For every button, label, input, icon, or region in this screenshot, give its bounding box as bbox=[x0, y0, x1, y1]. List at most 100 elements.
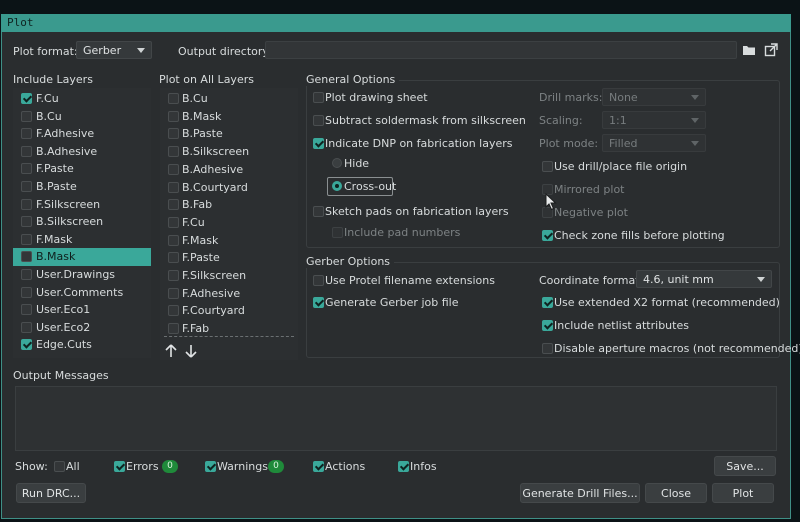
all-layers-checkbox[interactable] bbox=[168, 234, 179, 246]
include-layer-row[interactable]: F.Silkscreen bbox=[13, 196, 151, 214]
coordinate-format-select[interactable]: 4.6, unit mm bbox=[636, 270, 772, 288]
include-layer-checkbox[interactable] bbox=[21, 93, 32, 104]
include-layer-row[interactable]: B.Silkscreen bbox=[13, 213, 151, 231]
include-layer-label: B.Paste bbox=[36, 180, 77, 193]
all-layers-checkbox[interactable] bbox=[168, 146, 179, 158]
plot-mode-select[interactable]: Filled bbox=[602, 134, 706, 152]
include-layer-row[interactable]: User.Eco2 bbox=[13, 319, 151, 337]
netlist-attributes-label: Include netlist attributes bbox=[554, 319, 689, 332]
all-layers-checkbox[interactable] bbox=[168, 163, 179, 175]
include-layer-checkbox[interactable] bbox=[21, 321, 32, 333]
all-layers-checkbox[interactable] bbox=[168, 323, 179, 335]
gerber-job-file-checkbox[interactable] bbox=[313, 297, 324, 308]
include-layer-row[interactable]: F.Cu bbox=[13, 90, 151, 108]
all-layers-checkbox[interactable] bbox=[168, 216, 179, 228]
include-layer-row[interactable]: F.Paste bbox=[13, 160, 151, 178]
all-layers-checkbox[interactable] bbox=[168, 128, 179, 140]
include-layer-row[interactable]: B.Cu bbox=[13, 108, 151, 126]
output-messages-area[interactable] bbox=[15, 386, 777, 451]
x2-format-checkbox[interactable] bbox=[542, 297, 553, 308]
arrow-up-icon[interactable] bbox=[163, 343, 179, 359]
include-layer-row[interactable]: B.Paste bbox=[13, 178, 151, 196]
show-infos-checkbox[interactable] bbox=[398, 461, 409, 472]
all-layers-row[interactable]: B.Adhesive bbox=[160, 161, 298, 179]
all-layers-row[interactable]: B.Silkscreen bbox=[160, 143, 298, 161]
use-drill-origin-checkbox[interactable] bbox=[542, 161, 553, 172]
all-layers-checkbox[interactable] bbox=[168, 305, 179, 317]
include-layer-checkbox[interactable] bbox=[21, 181, 32, 192]
include-layer-checkbox[interactable] bbox=[21, 128, 32, 140]
all-layers-checkbox[interactable] bbox=[168, 270, 179, 281]
all-layers-checkbox[interactable] bbox=[168, 199, 179, 211]
plot-all-layers-list[interactable]: B.Cu B.Mask B.Paste B.Silkscreen B.Adhesive B… bbox=[160, 88, 298, 360]
all-layers-row[interactable]: B.Courtyard bbox=[160, 179, 298, 197]
include-layer-checkbox[interactable] bbox=[21, 110, 32, 122]
include-layer-checkbox[interactable] bbox=[21, 269, 32, 280]
protel-extensions-checkbox[interactable] bbox=[313, 275, 324, 286]
all-layers-checkbox[interactable] bbox=[168, 252, 179, 264]
generate-drill-files-button[interactable]: Generate Drill Files... bbox=[520, 483, 640, 503]
include-layers-list[interactable]: F.Cu B.Cu F.Adhesive B.Adhesive F.Paste B.Pas… bbox=[13, 88, 151, 358]
include-layer-row[interactable]: User.Drawings bbox=[13, 266, 151, 284]
include-layer-checkbox[interactable] bbox=[21, 286, 32, 298]
cross-out-radio[interactable] bbox=[332, 181, 342, 191]
all-layers-row[interactable]: B.Fab bbox=[160, 196, 298, 214]
all-layers-checkbox[interactable] bbox=[168, 181, 179, 193]
show-warnings-checkbox[interactable] bbox=[205, 461, 216, 472]
all-layers-row[interactable]: F.Adhesive bbox=[160, 285, 298, 303]
all-layers-checkbox[interactable] bbox=[168, 93, 179, 104]
include-layer-checkbox[interactable] bbox=[21, 233, 32, 245]
gerber-job-file-label: Generate Gerber job file bbox=[325, 296, 459, 309]
all-layers-checkbox[interactable] bbox=[168, 287, 179, 299]
chevron-down-icon bbox=[137, 48, 145, 53]
disable-aperture-macros-checkbox[interactable] bbox=[542, 343, 553, 354]
plot-format-select[interactable]: Gerber bbox=[76, 41, 152, 59]
netlist-attributes-checkbox[interactable] bbox=[542, 320, 553, 331]
include-layer-row[interactable]: User.Comments bbox=[13, 284, 151, 302]
check-zone-fills-checkbox[interactable] bbox=[542, 230, 553, 241]
include-layer-row[interactable]: User.Eco1 bbox=[13, 301, 151, 319]
plot-drawing-sheet-checkbox[interactable] bbox=[313, 92, 324, 103]
include-layer-row[interactable]: B.Adhesive bbox=[13, 143, 151, 161]
arrow-down-icon[interactable] bbox=[183, 343, 199, 359]
include-layer-checkbox[interactable] bbox=[21, 304, 32, 316]
open-external-icon[interactable] bbox=[763, 42, 779, 58]
all-layers-label: B.Cu bbox=[182, 92, 208, 105]
subtract-soldermask-checkbox[interactable] bbox=[313, 115, 324, 126]
scaling-select[interactable]: 1:1 bbox=[602, 111, 706, 129]
include-layer-row[interactable]: Edge.Cuts bbox=[13, 336, 151, 354]
plot-button[interactable]: Plot bbox=[712, 483, 774, 503]
output-directory-input[interactable] bbox=[265, 41, 737, 59]
show-errors-checkbox[interactable] bbox=[114, 461, 125, 472]
disable-aperture-macros-label: Disable aperture macros (not recommended… bbox=[554, 342, 800, 355]
all-layers-row[interactable]: F.Courtyard bbox=[160, 302, 298, 320]
include-layer-checkbox[interactable] bbox=[21, 198, 32, 210]
include-layer-row[interactable]: F.Adhesive bbox=[13, 125, 151, 143]
include-pad-numbers-checkbox[interactable] bbox=[332, 227, 343, 238]
all-layers-row[interactable]: B.Cu bbox=[160, 90, 298, 108]
include-layer-checkbox[interactable] bbox=[21, 145, 32, 157]
all-layers-row[interactable]: B.Paste bbox=[160, 125, 298, 143]
all-layers-checkbox[interactable] bbox=[168, 110, 179, 122]
all-layers-row[interactable]: F.Paste bbox=[160, 249, 298, 267]
include-layer-row[interactable]: B.Mask bbox=[13, 248, 151, 267]
close-button[interactable]: Close bbox=[645, 483, 707, 503]
folder-icon[interactable] bbox=[741, 42, 757, 58]
include-layer-checkbox[interactable] bbox=[21, 163, 32, 175]
all-layers-row[interactable]: B.Mask bbox=[160, 108, 298, 126]
include-layer-checkbox[interactable] bbox=[21, 216, 32, 228]
save-messages-button[interactable]: Save... bbox=[714, 456, 776, 476]
include-layer-row[interactable]: F.Mask bbox=[13, 231, 151, 249]
all-layers-row[interactable]: F.Silkscreen bbox=[160, 267, 298, 285]
show-actions-checkbox[interactable] bbox=[313, 461, 324, 472]
show-all-checkbox[interactable] bbox=[54, 461, 65, 472]
drill-marks-select[interactable]: None bbox=[602, 88, 706, 106]
indicate-dnp-checkbox[interactable] bbox=[313, 138, 324, 149]
all-layers-row[interactable]: F.Cu bbox=[160, 214, 298, 232]
include-layer-checkbox[interactable] bbox=[21, 251, 32, 263]
include-layer-checkbox[interactable] bbox=[21, 339, 32, 351]
hide-radio[interactable] bbox=[332, 158, 342, 168]
sketch-pads-checkbox[interactable] bbox=[313, 206, 324, 217]
run-drc-button[interactable]: Run DRC... bbox=[16, 483, 86, 503]
all-layers-row[interactable]: F.Mask bbox=[160, 232, 298, 250]
